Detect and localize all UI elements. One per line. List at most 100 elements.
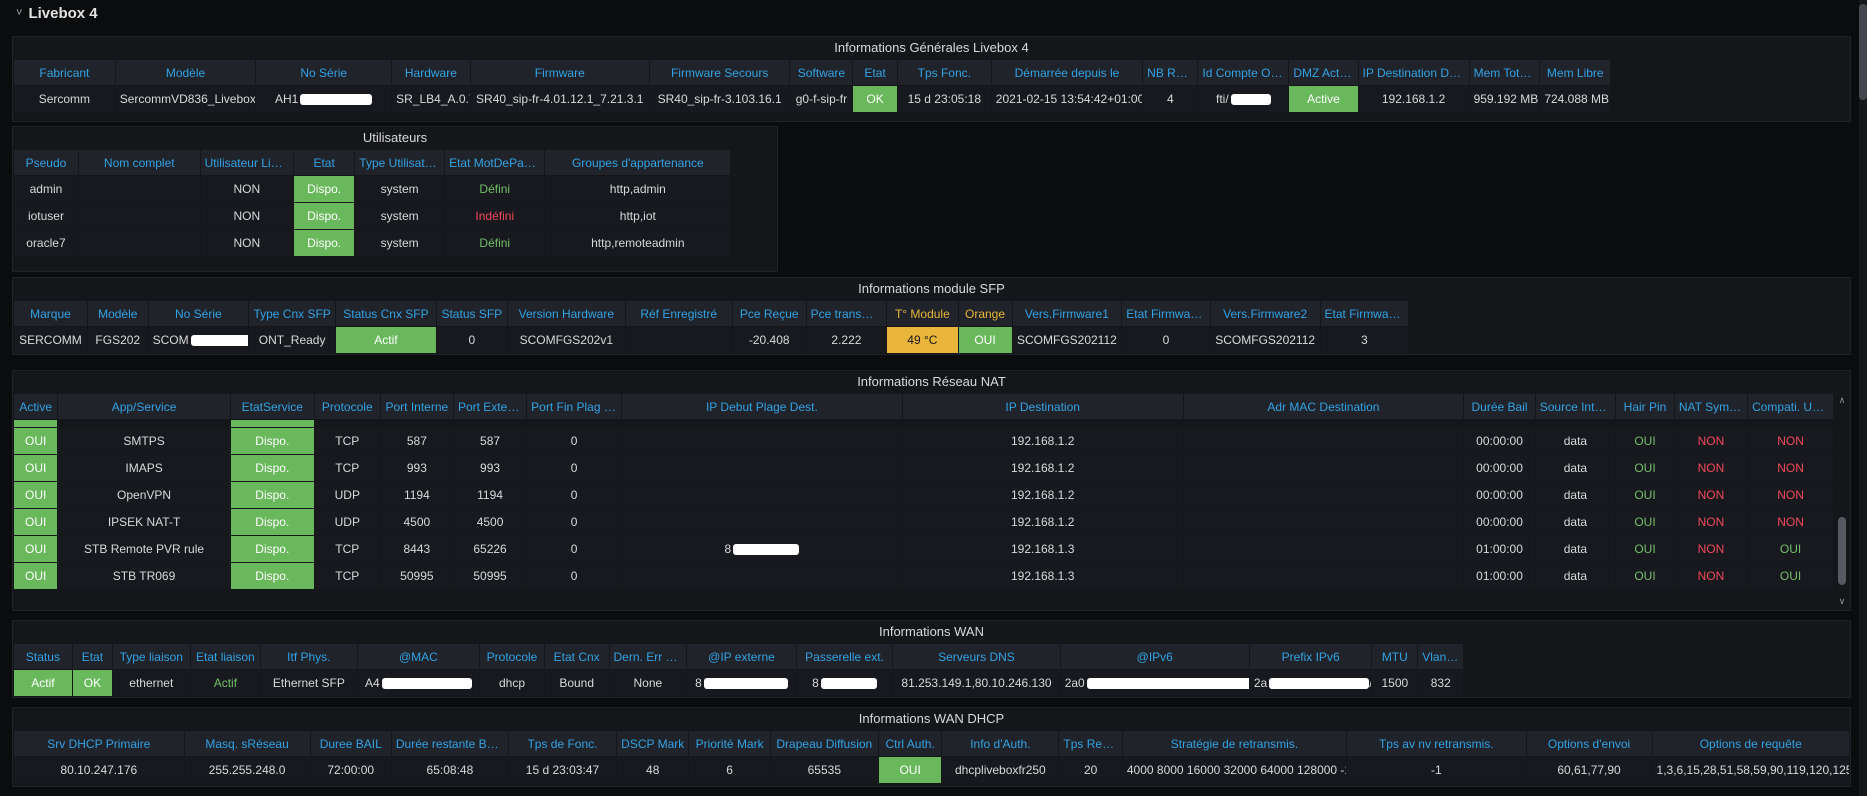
column-header[interactable]: Info d'Auth. xyxy=(942,731,1058,756)
panel-title-nat[interactable]: Informations Réseau NAT xyxy=(13,371,1850,393)
column-header[interactable]: Stratégie de retransmis. xyxy=(1123,731,1346,756)
column-header[interactable]: Srv DHCP Primaire xyxy=(14,731,184,756)
column-header[interactable]: Adr MAC Destination xyxy=(1184,394,1464,419)
column-header[interactable]: Options d'envoi xyxy=(1527,731,1652,756)
column-header[interactable]: Etat Firmware2 xyxy=(1321,301,1409,326)
column-header[interactable]: Passerelle ext. xyxy=(797,644,893,669)
page-scrollbar-thumb[interactable] xyxy=(1859,4,1867,100)
column-header[interactable]: Pseudo xyxy=(14,150,78,175)
column-header[interactable]: Version Hardware xyxy=(508,301,625,326)
panel-title-wan[interactable]: Informations WAN xyxy=(13,621,1850,643)
column-header[interactable]: Etat xyxy=(73,644,112,669)
column-header[interactable]: DSCP Mark xyxy=(617,731,688,756)
column-header[interactable]: Status Cnx SFP xyxy=(336,301,435,326)
column-header[interactable]: Type Cnx SFP xyxy=(249,301,335,326)
column-header[interactable]: MTU xyxy=(1372,644,1417,669)
column-header[interactable]: No Série xyxy=(256,60,391,85)
column-header[interactable]: Modèle xyxy=(116,60,256,85)
column-header[interactable]: Mem Libre xyxy=(1540,60,1610,85)
column-header[interactable]: IP Destination DMZ xyxy=(1359,60,1469,85)
column-header[interactable]: Hair Pin xyxy=(1616,394,1674,419)
column-header[interactable]: Etat Cnx xyxy=(545,644,609,669)
column-header[interactable]: Protocole xyxy=(480,644,544,669)
column-header[interactable]: @IP externe xyxy=(687,644,796,669)
column-header[interactable]: Utilisateur Linux xyxy=(201,150,293,175)
column-header[interactable]: Type Utilisateur xyxy=(355,150,444,175)
column-header[interactable]: Vers.Firmware1 xyxy=(1013,301,1122,326)
column-header[interactable]: Modèle xyxy=(88,301,148,326)
panel-title-sfp[interactable]: Informations module SFP xyxy=(13,278,1850,300)
column-header[interactable]: DMZ Active xyxy=(1289,60,1357,85)
column-header[interactable]: Durée Bail xyxy=(1464,394,1534,419)
column-header[interactable]: Serveurs DNS xyxy=(893,644,1059,669)
column-header[interactable]: Tps Fonc. xyxy=(898,60,991,85)
column-header[interactable]: Options de requête xyxy=(1653,731,1849,756)
column-header[interactable]: Etat MotDePasse xyxy=(445,150,544,175)
column-header[interactable]: No Série xyxy=(149,301,248,326)
column-header[interactable]: Démarrée depuis le xyxy=(992,60,1142,85)
column-header[interactable]: Active xyxy=(14,394,57,419)
nat-scrollbar-thumb[interactable] xyxy=(1838,517,1846,585)
column-header[interactable]: Etat Firmware1 xyxy=(1122,301,1210,326)
column-header[interactable]: Status xyxy=(14,644,72,669)
column-header[interactable]: Source Interf. xyxy=(1536,394,1615,419)
column-header[interactable]: @IPv6 xyxy=(1061,644,1249,669)
column-header[interactable]: Ctrl Auth. xyxy=(879,731,941,756)
column-header[interactable]: Mem Totale xyxy=(1470,60,1540,85)
column-header[interactable]: Etat liaison xyxy=(191,644,260,669)
column-header[interactable]: Réf Enregistré xyxy=(626,301,732,326)
nat-scrollbar[interactable]: ∧ ∨ xyxy=(1836,395,1848,606)
column-header[interactable]: Firmware Secours xyxy=(650,60,790,85)
scroll-up-icon[interactable]: ∧ xyxy=(1836,395,1848,405)
column-header[interactable]: Tps Reset xyxy=(1059,731,1121,756)
column-header[interactable]: @MAC xyxy=(358,644,480,669)
column-header[interactable]: Priorité Mark xyxy=(689,731,769,756)
column-header[interactable]: T° Module xyxy=(887,301,957,326)
column-header[interactable]: Software xyxy=(790,60,852,85)
column-header[interactable]: Hardware xyxy=(392,60,470,85)
column-header[interactable]: Fabricant xyxy=(14,60,115,85)
column-header[interactable]: Etat xyxy=(294,150,354,175)
column-header[interactable]: Vers.Firmware2 xyxy=(1211,301,1320,326)
column-header[interactable]: Protocole xyxy=(315,394,380,419)
panel-title-users[interactable]: Utilisateurs xyxy=(13,127,777,149)
column-header[interactable]: Orange xyxy=(959,301,1012,326)
column-header[interactable]: Port Interne xyxy=(381,394,453,419)
column-header[interactable]: Firmware xyxy=(471,60,649,85)
column-header[interactable]: Dern. Err Cnx xyxy=(610,644,687,669)
column-header[interactable]: App/Service xyxy=(58,394,229,419)
column-header[interactable]: IP Debut Plage Dest. xyxy=(622,394,902,419)
column-header[interactable]: Pce transmise xyxy=(807,301,887,326)
column-header[interactable]: NB Reboot xyxy=(1143,60,1197,85)
column-header[interactable]: Tps de Fonc. xyxy=(509,731,616,756)
column-header[interactable]: Durée restante BAIL xyxy=(392,731,508,756)
column-header[interactable]: Drapeau Diffusion xyxy=(771,731,878,756)
panel-title-general[interactable]: Informations Générales Livebox 4 xyxy=(13,37,1850,59)
column-header[interactable]: Etat xyxy=(853,60,896,85)
column-header[interactable]: Groupes d'appartenance xyxy=(545,150,730,175)
column-header[interactable]: Port Fin Plag Ext xyxy=(527,394,621,419)
column-header[interactable]: Prefix IPv6 xyxy=(1250,644,1372,669)
column-header[interactable]: Type liaison xyxy=(113,644,190,669)
column-header[interactable]: Vlan Id xyxy=(1418,644,1463,669)
column-header[interactable]: Status SFP xyxy=(437,301,507,326)
column-header[interactable]: Port Externe xyxy=(454,394,526,419)
column-header[interactable]: Tps av nv retransmis. xyxy=(1347,731,1526,756)
column-header[interactable]: Itf Phys. xyxy=(261,644,357,669)
column-header[interactable]: Masq. sRéseau xyxy=(185,731,310,756)
column-header[interactable]: Id Compte Orange xyxy=(1198,60,1288,85)
column-header[interactable]: Nom complet xyxy=(79,150,200,175)
column-header[interactable]: Duree BAIL xyxy=(311,731,391,756)
table-cell: oracle7 xyxy=(14,230,78,256)
column-header[interactable]: IP Destination xyxy=(903,394,1183,419)
column-header[interactable]: NAT Symétriq xyxy=(1675,394,1747,419)
table-cell: 01:00:00 xyxy=(1464,536,1534,562)
scroll-down-icon[interactable]: ∨ xyxy=(1836,596,1848,606)
column-header[interactable]: Marque xyxy=(14,301,87,326)
column-header[interactable]: Pce Reçue xyxy=(733,301,806,326)
page-scrollbar[interactable] xyxy=(1859,0,1867,796)
column-header[interactable]: EtatService xyxy=(231,394,314,419)
panel-title-wan-dhcp[interactable]: Informations WAN DHCP xyxy=(13,708,1850,730)
column-header[interactable]: Compati. UPnPV1 xyxy=(1748,394,1833,419)
row-header-livebox4[interactable]: ˅ Livebox 4 xyxy=(16,4,98,22)
